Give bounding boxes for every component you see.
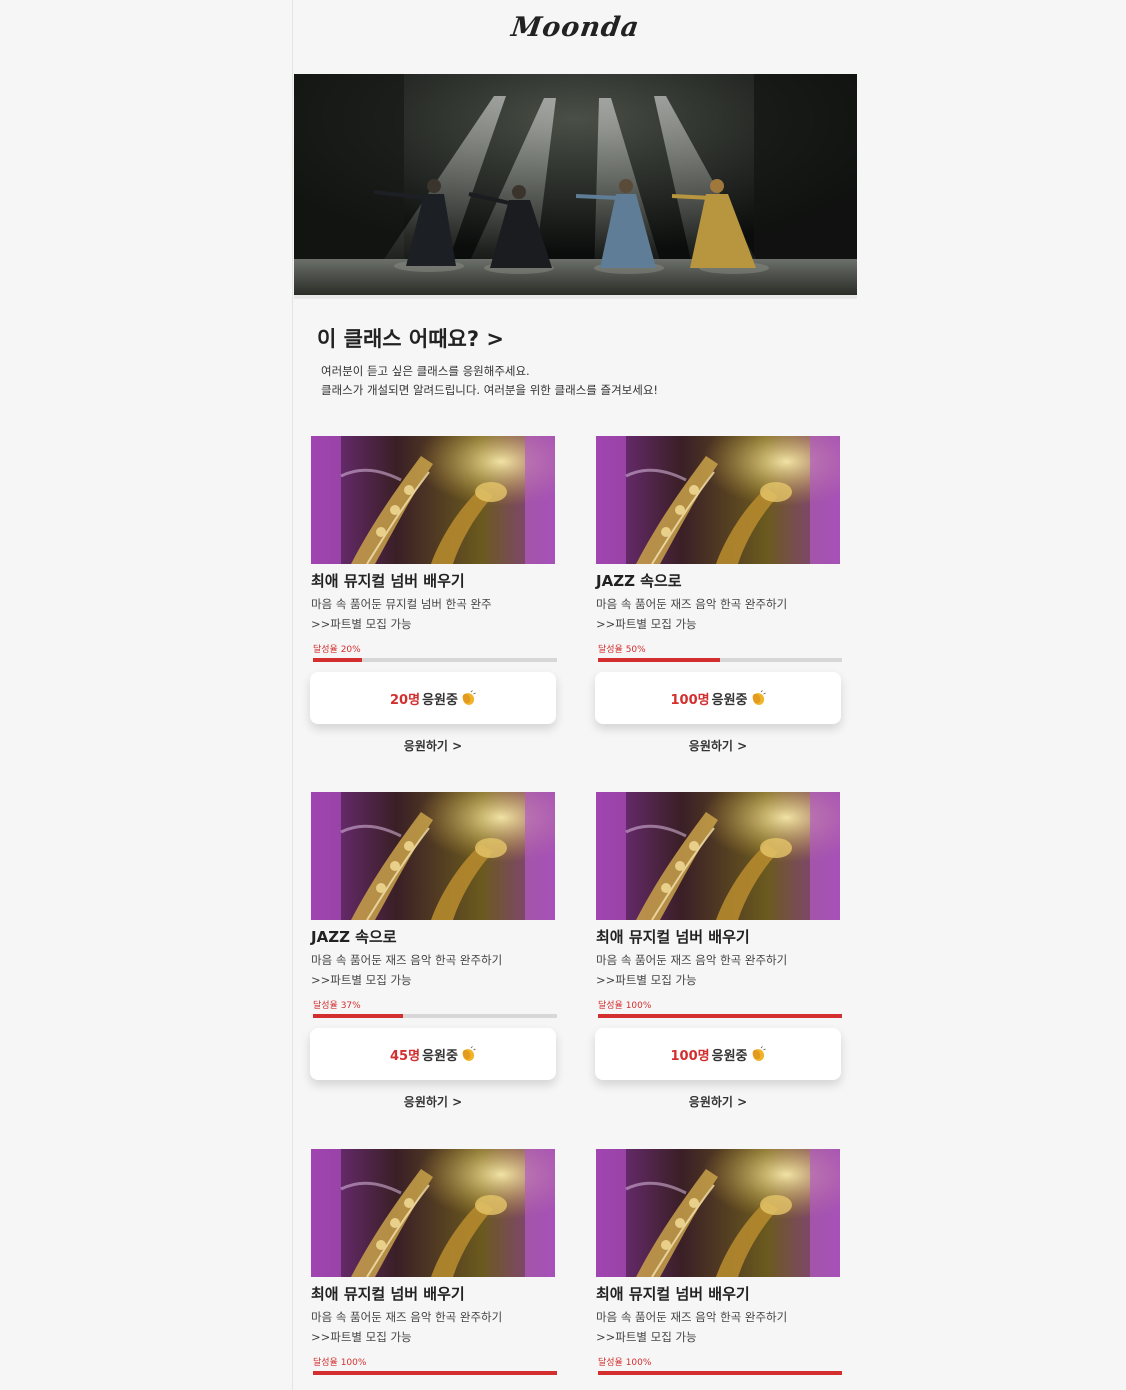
achievement-progress-bar — [598, 1014, 842, 1018]
support-link[interactable]: 응원하기 > — [595, 1093, 841, 1110]
support-link[interactable]: 응원하기 > — [595, 737, 841, 754]
class-title: 최애 뮤지컬 넘버 배우기 — [311, 572, 465, 590]
class-recruit-note: >>파트별 모집 가능 — [596, 973, 697, 987]
class-description: 마음 속 품어둔 뮤지컬 넘버 한곡 완주 — [311, 597, 492, 611]
support-count: 45명 — [390, 1048, 421, 1064]
support-count-button[interactable]: 20명 응원중 — [310, 672, 556, 724]
saxophone-image — [311, 1149, 555, 1277]
achievement-rate-label: 달성율 20% — [313, 645, 361, 655]
supporting-label: 응원중 — [711, 692, 748, 708]
section-title[interactable]: 이 클래스 어때요? > — [317, 323, 504, 353]
logo[interactable]: Moonda — [291, 12, 860, 43]
saxophone-image — [311, 792, 555, 920]
achievement-progress-bar — [313, 1014, 557, 1018]
clapping-hands-icon — [460, 690, 476, 706]
progress-fill — [313, 658, 362, 662]
saxophone-image — [311, 436, 555, 564]
section-description: 여러분이 듣고 싶은 클래스를 응원해주세요. 클래스가 개설되면 알려드립니다… — [321, 362, 658, 400]
supporting-label: 응원중 — [711, 1048, 748, 1064]
class-recruit-note: >>파트별 모집 가능 — [596, 617, 697, 631]
achievement-rate-label: 달성율 37% — [313, 1001, 361, 1011]
class-recruit-note: >>파트별 모집 가능 — [311, 1330, 412, 1344]
class-recruit-note: >>파트별 모집 가능 — [311, 617, 412, 631]
support-link[interactable]: 응원하기 > — [310, 737, 556, 754]
clapping-hands-icon — [750, 690, 766, 706]
support-count-button[interactable]: 45명 응원중 — [310, 1028, 556, 1080]
class-thumbnail[interactable] — [311, 1149, 555, 1277]
achievement-rate-label: 달성율 50% — [598, 645, 646, 655]
achievement-progress-bar — [313, 1371, 557, 1375]
class-thumbnail[interactable] — [311, 436, 555, 564]
class-description: 마음 속 품어둔 재즈 음악 한곡 완주하기 — [596, 953, 788, 967]
hero-banner[interactable] — [294, 74, 857, 299]
class-thumbnail[interactable] — [596, 792, 840, 920]
saxophone-image — [596, 1149, 840, 1277]
support-count: 20명 — [390, 692, 421, 708]
class-description: 마음 속 품어둔 재즈 음악 한곡 완주하기 — [311, 953, 503, 967]
progress-fill — [598, 1371, 842, 1375]
section-desc-line-2: 클래스가 개설되면 알려드립니다. 여러분을 위한 클래스를 즐겨보세요! — [321, 383, 659, 397]
class-description: 마음 속 품어둔 재즈 음악 한곡 완주하기 — [596, 597, 788, 611]
achievement-rate-label: 달성율 100% — [313, 1358, 367, 1368]
support-count: 100명 — [670, 1048, 710, 1064]
saxophone-image — [596, 792, 840, 920]
class-title: JAZZ 속으로 — [596, 572, 682, 590]
support-count-button[interactable]: 100명 응원중 — [595, 1028, 841, 1080]
class-title: JAZZ 속으로 — [311, 928, 397, 946]
achievement-rate-label: 달성율 100% — [598, 1358, 652, 1368]
class-title: 최애 뮤지컬 넘버 배우기 — [596, 928, 750, 946]
hero-image — [294, 74, 857, 299]
support-count-button[interactable]: 100명 응원중 — [595, 672, 841, 724]
progress-fill — [313, 1014, 404, 1018]
supporting-label: 응원중 — [422, 692, 458, 708]
class-recruit-note: >>파트별 모집 가능 — [311, 973, 412, 987]
class-recruit-note: >>파트별 모집 가능 — [596, 1330, 697, 1344]
class-title: 최애 뮤지컬 넘버 배우기 — [311, 1285, 465, 1303]
clapping-hands-icon — [750, 1046, 766, 1062]
achievement-progress-bar — [598, 658, 842, 662]
class-description: 마음 속 품어둔 재즈 음악 한곡 완주하기 — [311, 1310, 503, 1324]
class-description: 마음 속 품어둔 재즈 음악 한곡 완주하기 — [596, 1310, 788, 1324]
achievement-rate-label: 달성율 100% — [598, 1001, 652, 1011]
clapping-hands-icon — [460, 1046, 476, 1062]
progress-fill — [598, 658, 720, 662]
class-thumbnail[interactable] — [596, 436, 840, 564]
section-desc-line-1: 여러분이 듣고 싶은 클래스를 응원해주세요. — [321, 364, 530, 378]
support-link[interactable]: 응원하기 > — [310, 1093, 556, 1110]
supporting-label: 응원중 — [422, 1048, 458, 1064]
progress-fill — [598, 1014, 842, 1018]
achievement-progress-bar — [598, 1371, 842, 1375]
achievement-progress-bar — [313, 658, 557, 662]
class-thumbnail[interactable] — [596, 1149, 840, 1277]
class-title: 최애 뮤지컬 넘버 배우기 — [596, 1285, 750, 1303]
class-thumbnail[interactable] — [311, 792, 555, 920]
saxophone-image — [596, 436, 840, 564]
progress-fill — [313, 1371, 557, 1375]
support-count: 100명 — [670, 692, 710, 708]
page: Moonda 이 클래스 어때요? > 여러분이 듣고 싶은 클래스를 응원해주… — [293, 0, 858, 1390]
